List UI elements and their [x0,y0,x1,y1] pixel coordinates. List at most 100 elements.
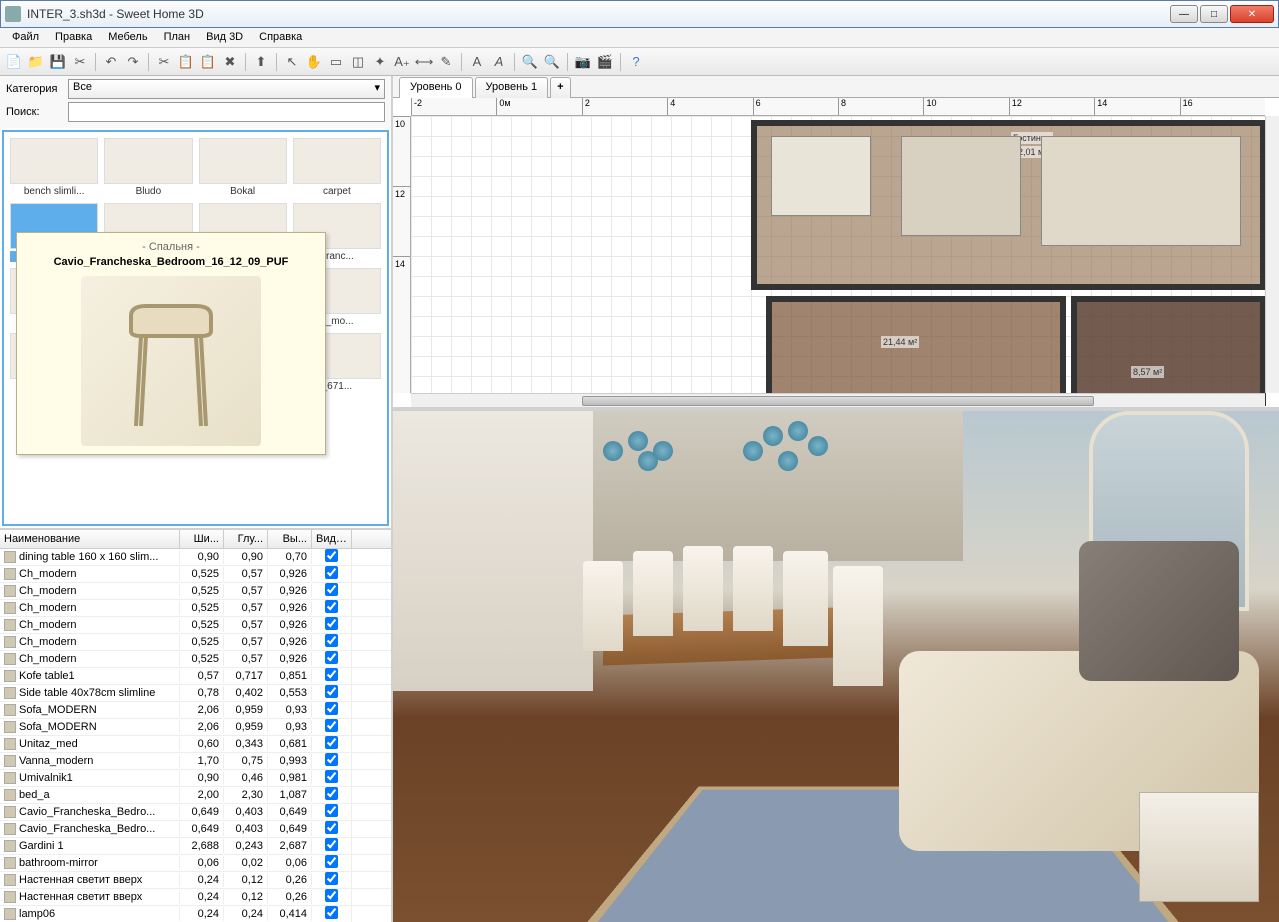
scrollbar-horizontal[interactable] [411,393,1265,407]
table-row[interactable]: Side table 40x78cm slimline0,780,4020,55… [0,685,391,702]
visible-checkbox[interactable] [325,617,338,630]
table-row[interactable]: dining table 160 x 160 slim...0,900,900,… [0,549,391,566]
help-icon[interactable]: ? [626,52,646,72]
menu-help[interactable]: Справка [251,28,310,47]
visible-checkbox[interactable] [325,787,338,800]
visible-checkbox[interactable] [325,634,338,647]
plan-body[interactable]: -20м246810121416 101214 14,87 м² Гостина… [393,98,1279,407]
table-row[interactable]: Настенная светит вверх0,240,120,26 [0,889,391,906]
plan-furniture[interactable] [901,136,1021,236]
undo-icon[interactable]: ↶ [101,52,121,72]
open-icon[interactable]: 📁 [26,52,46,72]
pan-tool-icon[interactable]: ✋ [304,52,324,72]
table-row[interactable]: Ch_modern0,5250,570,926 [0,600,391,617]
visible-checkbox[interactable] [325,736,338,749]
visible-checkbox[interactable] [325,651,338,664]
col-depth[interactable]: Глу... [224,530,268,548]
text-tool-icon[interactable]: ⟷ [414,52,434,72]
menu-file[interactable]: Файл [4,28,47,47]
zoom-out-icon[interactable]: 🔍 [542,52,562,72]
minimize-button[interactable]: — [1170,5,1198,23]
table-row[interactable]: lamp060,240,240,414 [0,906,391,922]
delete-icon[interactable]: ✖ [220,52,240,72]
visible-checkbox[interactable] [325,770,338,783]
copy-icon[interactable]: 📋 [176,52,196,72]
maximize-button[interactable]: □ [1200,5,1228,23]
prefs-icon[interactable]: ✂ [70,52,90,72]
table-row[interactable]: Ch_modern0,5250,570,926 [0,651,391,668]
compass-icon[interactable]: ✎ [436,52,456,72]
table-row[interactable]: Ch_modern0,5250,570,926 [0,566,391,583]
visible-checkbox[interactable] [325,804,338,817]
add-furniture-icon[interactable]: ⬆ [251,52,271,72]
col-name[interactable]: Наименование [0,530,180,548]
menu-plan[interactable]: План [156,28,199,47]
catalog-item[interactable]: carpet [291,136,383,199]
select-tool-icon[interactable]: ↖ [282,52,302,72]
photo-icon[interactable]: 📷 [573,52,593,72]
table-row[interactable]: Unitaz_med0,600,3430,681 [0,736,391,753]
dimension-tool-icon[interactable]: A₊ [392,52,412,72]
text-bold-icon[interactable]: A [467,52,487,72]
visible-checkbox[interactable] [325,600,338,613]
room-tool-icon[interactable]: ◫ [348,52,368,72]
table-row[interactable]: Umivalnik10,900,460,981 [0,770,391,787]
table-row[interactable]: bed_a2,002,301,087 [0,787,391,804]
col-visible[interactable]: Види... [312,530,352,548]
table-row[interactable]: Cavio_Francheska_Bedro...0,6490,4030,649 [0,821,391,838]
room-2[interactable] [766,296,1066,406]
plan-canvas[interactable]: 14,87 м² Гостиная 42,01 м² 21,44 м² 8,57… [411,116,1265,393]
visible-checkbox[interactable] [325,753,338,766]
wall-tool-icon[interactable]: ▭ [326,52,346,72]
furniture-table-body[interactable]: dining table 160 x 160 slim...0,900,900,… [0,549,391,922]
visible-checkbox[interactable] [325,872,338,885]
menu-3d[interactable]: Вид 3D [198,28,251,47]
table-row[interactable]: Ch_modern0,5250,570,926 [0,583,391,600]
redo-icon[interactable]: ↷ [123,52,143,72]
visible-checkbox[interactable] [325,668,338,681]
catalog-item[interactable]: bench slimli... [8,136,100,199]
col-width[interactable]: Ши... [180,530,224,548]
room-3[interactable] [1071,296,1266,406]
visible-checkbox[interactable] [325,583,338,596]
visible-checkbox[interactable] [325,685,338,698]
category-select[interactable]: Все ▾ [68,79,385,99]
visible-checkbox[interactable] [325,549,338,562]
visible-checkbox[interactable] [325,838,338,851]
visible-checkbox[interactable] [325,566,338,579]
polyline-tool-icon[interactable]: ✦ [370,52,390,72]
visible-checkbox[interactable] [325,719,338,732]
table-row[interactable]: Ch_modern0,5250,570,926 [0,634,391,651]
video-icon[interactable]: 🎬 [595,52,615,72]
search-input[interactable] [68,102,385,122]
tab-level-0[interactable]: Уровень 0 [399,77,473,98]
zoom-in-icon[interactable]: 🔍 [520,52,540,72]
table-row[interactable]: Sofa_MODERN2,060,9590,93 [0,702,391,719]
table-row[interactable]: Kofe table10,570,7170,851 [0,668,391,685]
table-row[interactable]: Sofa_MODERN2,060,9590,93 [0,719,391,736]
visible-checkbox[interactable] [325,906,338,919]
paste-icon[interactable]: 📋 [198,52,218,72]
table-row[interactable]: Ch_modern0,5250,570,926 [0,617,391,634]
save-icon[interactable]: 💾 [48,52,68,72]
visible-checkbox[interactable] [325,855,338,868]
table-row[interactable]: Gardini 12,6880,2432,687 [0,838,391,855]
menu-edit[interactable]: Правка [47,28,100,47]
visible-checkbox[interactable] [325,702,338,715]
tab-add-level[interactable]: + [550,77,570,98]
visible-checkbox[interactable] [325,889,338,902]
tab-level-1[interactable]: Уровень 1 [475,77,549,98]
visible-checkbox[interactable] [325,821,338,834]
table-row[interactable]: Vanna_modern1,700,750,993 [0,753,391,770]
plan-furniture[interactable] [771,136,871,216]
new-icon[interactable]: 📄 [4,52,24,72]
plan-furniture[interactable] [1041,136,1241,246]
col-height[interactable]: Вы... [268,530,312,548]
close-button[interactable]: ✕ [1230,5,1274,23]
table-row[interactable]: Настенная светит вверх0,240,120,26 [0,872,391,889]
3d-view-panel[interactable] [393,411,1279,922]
catalog-item[interactable]: Bokal [197,136,289,199]
catalog-item[interactable]: Bludo [102,136,194,199]
table-row[interactable]: bathroom-mirror0,060,020,06 [0,855,391,872]
menu-furniture[interactable]: Мебель [100,28,155,47]
